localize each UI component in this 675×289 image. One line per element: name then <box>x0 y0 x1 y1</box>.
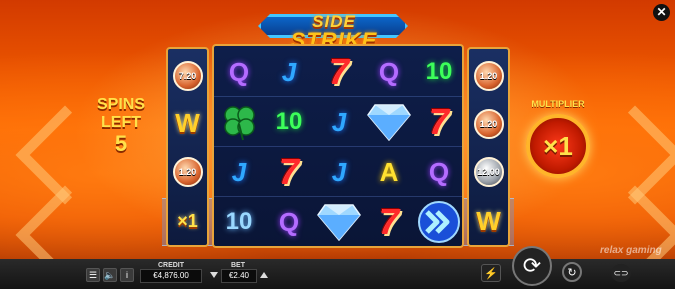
symbol-j: J <box>331 106 347 137</box>
symbol-a: A <box>379 156 399 187</box>
reel-cell: J <box>264 48 314 96</box>
reel-cell: J <box>214 148 264 196</box>
symbol-q: Q <box>378 56 400 87</box>
coin-symbol: 12.00 <box>473 156 504 187</box>
symbol-ten: 10 <box>275 108 303 135</box>
reel-cell: 7 <box>414 98 464 146</box>
symbol-seven: 7 <box>328 51 350 92</box>
spins-label-1: SPINS <box>96 96 145 113</box>
multiplier-label: MULTIPLIER <box>531 99 585 109</box>
right-cell: 1.20 <box>469 53 508 98</box>
reel-cell <box>214 98 264 146</box>
wild-symbol: W <box>476 206 501 236</box>
symbol-seven: 7 <box>428 101 450 142</box>
symbol-q: Q <box>228 56 250 87</box>
right-cell: 1.20 <box>469 101 508 146</box>
wild-symbol: W <box>175 108 200 138</box>
symbol-j: J <box>331 156 347 187</box>
left-side-column: 7.20 W 1.20 ×1 <box>166 47 209 247</box>
left-cell: 7.20 <box>168 53 207 98</box>
menu-icon[interactable]: ☰ <box>86 268 100 282</box>
reel-cell: Q <box>264 198 314 246</box>
reel-cell <box>314 198 364 246</box>
symbol-seven: 7 <box>378 201 400 242</box>
symbol-seven: 7 <box>278 151 300 192</box>
reel-cell: J <box>314 98 364 146</box>
right-side-column: 1.20 1.20 12.00 W <box>467 47 510 247</box>
brand-logo: relax gaming <box>600 245 662 256</box>
bet-label: BET <box>231 262 245 269</box>
reel-cell: 10 <box>414 48 464 96</box>
diamond-icon <box>367 104 411 141</box>
reel-grid: Q J 7 Q 10 10 J 7 J 7 J A Q 10 Q 7 <box>212 44 464 248</box>
row-divider <box>214 96 462 97</box>
symbol-ten: 10 <box>425 58 453 85</box>
row-divider <box>214 146 462 147</box>
multiplier-panel: MULTIPLIER ×1 <box>518 99 598 178</box>
symbol-q: Q <box>278 206 300 237</box>
sound-icon[interactable]: 🔈 <box>103 268 117 282</box>
spins-count: 5 <box>114 131 128 156</box>
clover-icon <box>224 106 255 141</box>
bet-increase-icon[interactable] <box>260 272 268 278</box>
left-cell: ×1 <box>168 199 207 244</box>
coin-symbol: 1.20 <box>473 108 504 139</box>
reel-cell: 7 <box>314 48 364 96</box>
close-icon[interactable]: ✕ <box>653 4 670 21</box>
reel-cell <box>364 98 414 146</box>
row-divider <box>214 196 462 197</box>
chevrons-scatter-icon <box>418 201 460 243</box>
spins-left-panel: SPINS LEFT 5 <box>86 96 156 156</box>
credit-label: CREDIT <box>157 262 185 269</box>
right-cell: W <box>469 199 508 244</box>
spins-label-2: LEFT <box>101 114 141 131</box>
coin-symbol: 1.20 <box>172 156 203 187</box>
reel-cell: 7 <box>264 148 314 196</box>
reel-cell: Q <box>214 48 264 96</box>
left-cell: W <box>168 101 207 146</box>
coin-symbol: 1.20 <box>473 60 504 91</box>
symbol-j: J <box>231 156 247 187</box>
left-cell: 1.20 <box>168 149 207 194</box>
reel-cell: J <box>314 148 364 196</box>
info-icon[interactable]: i <box>120 268 134 282</box>
reel-cell: 10 <box>214 198 264 246</box>
diamond-icon <box>317 204 361 241</box>
bet-decrease-icon[interactable] <box>210 272 218 278</box>
bet-value: €2.40 <box>221 269 257 283</box>
autoplay-button[interactable]: ↻ <box>562 262 582 282</box>
reel-cell: A <box>364 148 414 196</box>
reel-cell: Q <box>364 48 414 96</box>
reel-cell: 10 <box>264 98 314 146</box>
coin-symbol: 7.20 <box>172 60 203 91</box>
credit-value: €4,876.00 <box>140 269 202 283</box>
multiplier-symbol: ×1 <box>177 211 198 231</box>
turbo-icon[interactable]: ⚡ <box>481 264 501 282</box>
spin-button[interactable]: ⟳ <box>512 246 552 286</box>
reel-cell <box>414 198 464 246</box>
symbol-ten: 10 <box>225 208 253 235</box>
symbol-q: Q <box>428 156 450 187</box>
options-icon[interactable]: ⊂⊃ <box>611 264 631 282</box>
symbol-j: J <box>281 56 297 87</box>
multiplier-value: ×1 <box>526 114 590 178</box>
right-cell: 12.00 <box>469 149 508 194</box>
reel-cell: 7 <box>364 198 414 246</box>
reel-cell: Q <box>414 148 464 196</box>
